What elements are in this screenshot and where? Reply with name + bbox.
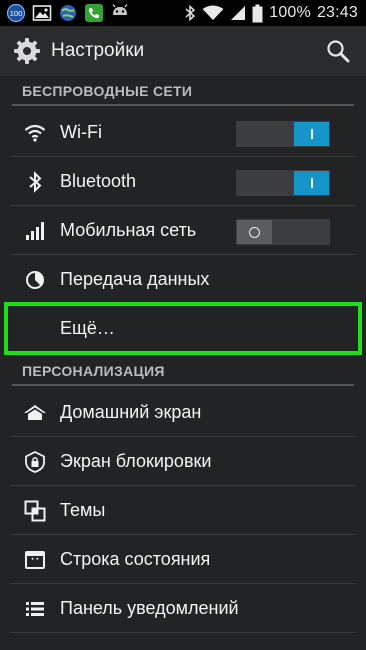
mobile-network-toggle[interactable] bbox=[236, 219, 330, 245]
wifi-icon bbox=[20, 118, 50, 148]
row-label-lock-screen: Экран блокировки bbox=[60, 451, 212, 471]
settings-row-home-screen[interactable]: Домашний экран bbox=[10, 388, 356, 437]
settings-row-themes[interactable]: Темы bbox=[10, 486, 356, 535]
badge-icon: 100 bbox=[6, 3, 26, 23]
home-icon bbox=[20, 398, 50, 428]
settings-row-notification-panel[interactable]: Панель уведомлений bbox=[10, 584, 356, 633]
settings-row-data-usage[interactable]: Передача данных bbox=[10, 255, 356, 304]
page-title: Настройки bbox=[51, 40, 145, 61]
lock-icon bbox=[20, 447, 50, 477]
status-bar: 100 100% 23:43 bbox=[0, 0, 366, 26]
bluetooth-icon bbox=[20, 167, 50, 197]
search-icon[interactable] bbox=[326, 39, 350, 63]
phone-icon bbox=[84, 3, 104, 23]
settings-row-status-bar[interactable]: Строка состояния bbox=[10, 535, 356, 584]
bluetooth-toggle[interactable] bbox=[236, 170, 330, 196]
action-bar: Настройки bbox=[0, 26, 366, 76]
wifi-icon bbox=[202, 3, 224, 23]
signal-icon bbox=[20, 216, 50, 246]
settings-row-mobile-network[interactable]: Мобильная сеть bbox=[10, 206, 356, 255]
android-icon bbox=[110, 3, 130, 23]
highlight-box bbox=[4, 302, 362, 355]
settings-row-lock-screen[interactable]: Экран блокировки bbox=[10, 437, 356, 486]
data-usage-icon bbox=[20, 265, 50, 295]
wifi-toggle[interactable] bbox=[236, 121, 330, 147]
globe-icon bbox=[58, 3, 78, 23]
row-label-mobile-network: Мобильная сеть bbox=[60, 220, 197, 240]
section-header-personalization: ПЕРСОНАЛИЗАЦИЯ bbox=[12, 358, 354, 386]
row-label-bluetooth: Bluetooth bbox=[60, 171, 137, 191]
clock: 23:43 bbox=[316, 4, 358, 21]
row-label-notification-panel: Панель уведомлений bbox=[60, 598, 239, 618]
toggle-knob bbox=[294, 122, 329, 146]
toggle-knob bbox=[294, 171, 329, 195]
battery-percent: 100% bbox=[269, 4, 311, 21]
signal-icon bbox=[230, 3, 246, 23]
section-header-wireless: БЕСПРОВОДНЫЕ СЕТИ bbox=[12, 78, 354, 106]
row-label-themes: Темы bbox=[60, 500, 106, 520]
badge-text: 100 bbox=[10, 9, 23, 18]
row-label-data-usage: Передача данных bbox=[60, 269, 210, 289]
settings-gear-icon bbox=[12, 36, 42, 66]
bluetooth-icon bbox=[184, 3, 196, 23]
toggle-knob bbox=[237, 220, 272, 244]
battery-icon bbox=[252, 3, 263, 23]
image-icon bbox=[32, 3, 52, 23]
settings-row-bluetooth[interactable]: Bluetooth bbox=[10, 157, 356, 206]
row-label-home-screen: Домашний экран bbox=[60, 402, 202, 422]
settings-row-wifi[interactable]: Wi-Fi bbox=[10, 108, 356, 157]
status-bar-icon bbox=[20, 545, 50, 575]
row-label-status-bar: Строка состояния bbox=[60, 549, 211, 569]
row-label-wifi: Wi-Fi bbox=[60, 122, 102, 142]
notification-panel-icon bbox=[20, 594, 50, 624]
themes-icon bbox=[20, 496, 50, 526]
